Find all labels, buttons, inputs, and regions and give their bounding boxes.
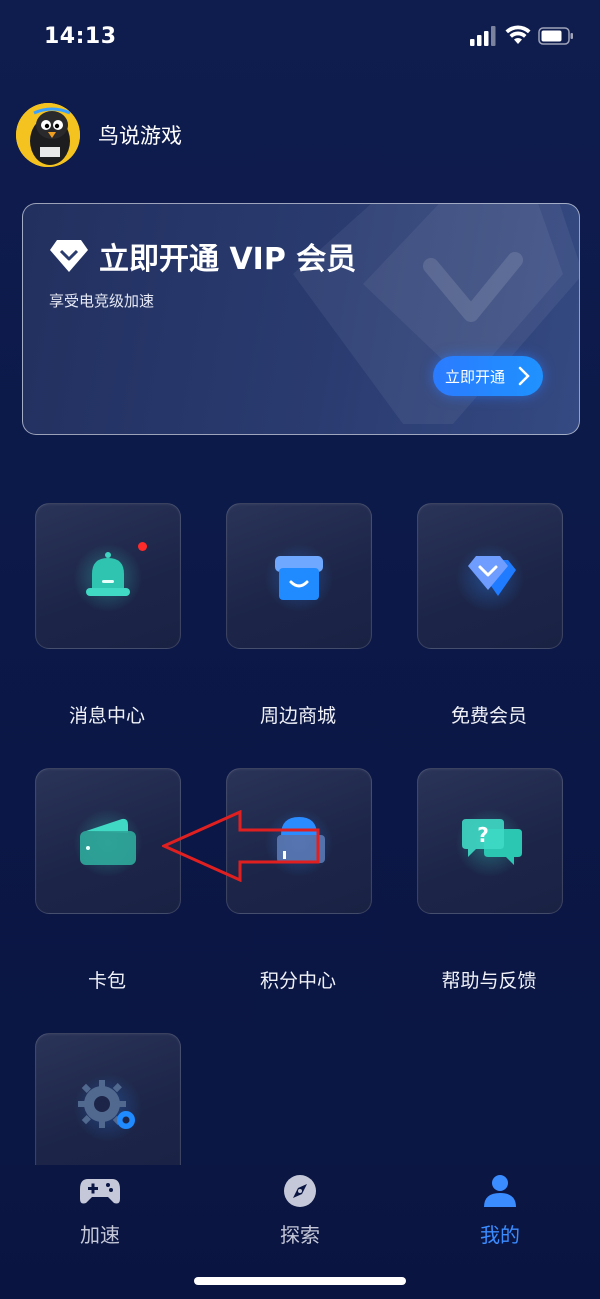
vip-open-button[interactable]: 立即开通: [433, 356, 543, 396]
tile-label-free-member[interactable]: 免费会员: [394, 701, 584, 728]
status-time: 14:13: [44, 24, 117, 49]
tile-free-member[interactable]: [417, 503, 563, 649]
tile-label-wallet[interactable]: 卡包: [12, 966, 202, 993]
tab-accelerate-label: 加速: [80, 1223, 120, 1247]
annotation-arrow: [162, 810, 320, 882]
home-indicator[interactable]: [194, 1277, 406, 1285]
tile-label-points-center[interactable]: 积分中心: [203, 966, 393, 993]
compass-icon: [284, 1175, 316, 1207]
tab-mine-label: 我的: [480, 1223, 520, 1247]
profile-header[interactable]: 鸟说游戏: [16, 102, 182, 168]
chevron-right-icon: [518, 366, 530, 386]
signal-icon: [470, 26, 496, 46]
tile-label-help-feedback[interactable]: 帮助与反馈: [394, 966, 584, 993]
vip-title: 立即开通 VIP 会员: [99, 242, 357, 277]
settings-gear-icon: [74, 1074, 142, 1142]
tile-settings[interactable]: [35, 1033, 181, 1179]
vip-diamond-icon: [50, 240, 88, 272]
tile-help-feedback[interactable]: ?: [417, 768, 563, 914]
tile-message-center[interactable]: [35, 503, 181, 649]
tile-label-message-center[interactable]: 消息中心: [12, 701, 202, 728]
store-icon: [265, 544, 333, 612]
tab-accelerate[interactable]: 加速: [40, 1173, 160, 1248]
vip-title-row: 立即开通 VIP 会员: [49, 234, 356, 278]
tile-label-store[interactable]: 周边商城: [203, 701, 393, 728]
vip-open-button-label: 立即开通: [445, 367, 506, 386]
wallet-icon: [74, 809, 142, 877]
vip-banner[interactable]: 立即开通 VIP 会员 享受电竞级加速 立即开通: [22, 203, 580, 435]
username[interactable]: 鸟说游戏: [98, 120, 182, 150]
status-bar: 14:13: [0, 0, 600, 70]
avatar[interactable]: [16, 103, 80, 167]
unread-badge: [138, 542, 147, 551]
tab-mine[interactable]: 我的: [440, 1173, 560, 1248]
tile-store[interactable]: [226, 503, 372, 649]
help-chat-icon: ?: [456, 809, 524, 877]
bell-icon: [74, 544, 142, 612]
svg-text:?: ?: [477, 823, 489, 847]
battery-icon: [538, 27, 573, 45]
vip-subtitle: 享受电竞级加速: [49, 292, 155, 310]
tile-wallet[interactable]: [35, 768, 181, 914]
penguin-avatar-icon: [16, 103, 80, 167]
gamepad-icon: [80, 1179, 120, 1204]
user-icon: [484, 1175, 516, 1207]
diamond-icon: [456, 544, 524, 612]
wifi-icon: [505, 25, 531, 44]
tab-explore[interactable]: 探索: [240, 1173, 360, 1248]
tab-explore-label: 探索: [280, 1223, 320, 1247]
